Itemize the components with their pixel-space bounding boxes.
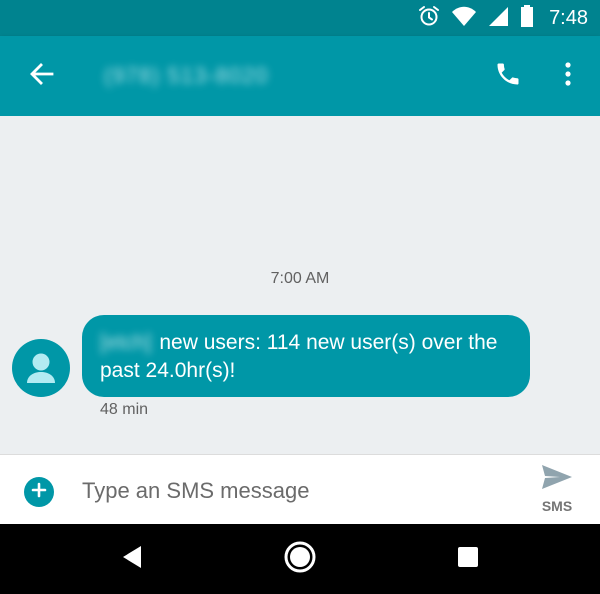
battery-icon: [519, 4, 535, 33]
call-button[interactable]: [488, 56, 528, 96]
status-time: 7:48: [549, 6, 588, 29]
cell-signal-icon: [487, 5, 509, 32]
sender-tag: [etch]: [100, 331, 152, 354]
nav-back-button[interactable]: [112, 539, 152, 579]
status-bar: 7:48: [0, 0, 600, 36]
message-text: new users: 114 new user(s) over the past…: [100, 331, 498, 382]
nav-recents-button[interactable]: [448, 539, 488, 579]
sms-input[interactable]: [82, 473, 502, 509]
send-button[interactable]: SMS: [530, 463, 584, 519]
back-arrow-icon: [29, 61, 55, 92]
contact-title: (978) 513-8020: [104, 63, 269, 88]
person-icon: [12, 353, 70, 397]
send-label: SMS: [541, 498, 573, 514]
attach-button[interactable]: [24, 477, 54, 507]
back-button[interactable]: [22, 56, 62, 96]
nav-home-icon: [283, 540, 317, 579]
message-age: 48 min: [100, 401, 149, 418]
app-bar: (978) 513-8020: [0, 36, 600, 116]
alarm-icon: [417, 4, 441, 33]
phone-icon: [494, 60, 522, 93]
navigation-bar: [0, 524, 600, 594]
nav-recents-icon: [457, 546, 479, 573]
more-vert-icon: [564, 61, 572, 92]
more-options-button[interactable]: [548, 56, 588, 96]
conversation-area[interactable]: 7:00 AM [etch] new users: 114 new user(s)…: [0, 116, 600, 454]
nav-home-button[interactable]: [280, 539, 320, 579]
message-bubble[interactable]: [etch] new users: 114 new user(s) over th…: [82, 315, 530, 397]
send-icon: [540, 463, 574, 496]
message-timestamp: 7:00 AM: [270, 270, 330, 287]
nav-back-icon: [120, 544, 144, 575]
plus-icon: [31, 482, 47, 503]
avatar[interactable]: [12, 339, 70, 397]
wifi-icon: [451, 5, 477, 32]
status-icons: 7:48: [417, 0, 588, 36]
composer: SMS: [0, 454, 600, 524]
